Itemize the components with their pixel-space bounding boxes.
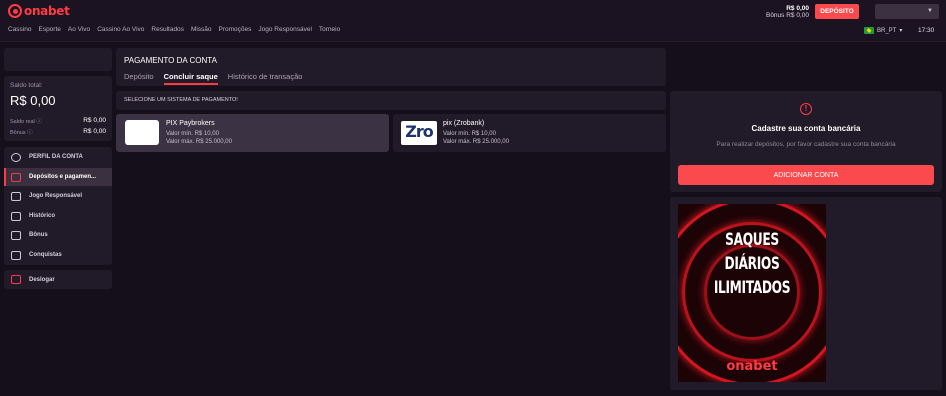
tab-historico-transacao[interactable]: Histórico de transação — [228, 72, 303, 81]
wallet-icon — [11, 172, 21, 182]
language-selector[interactable]: BR_PT ▾ — [864, 27, 902, 34]
payment-tabs: Depósito Concluir saque Histórico de tra… — [124, 72, 303, 85]
real-balance-value: R$ 0,00 — [83, 117, 106, 124]
logo-mark-icon — [8, 4, 22, 18]
add-account-button[interactable]: ADICIONAR CONTA — [678, 165, 934, 185]
header-bonus-value: Bônus R$ 0,00 — [765, 12, 809, 19]
nav-item-ao-vivo[interactable]: Ao Vivo — [68, 26, 90, 33]
real-balance-row: Saldo real ⓘ R$ 0,00 — [10, 117, 106, 125]
menu-item-historico[interactable]: Histórico — [4, 207, 112, 225]
nav-item-torneio[interactable]: Torneio — [319, 26, 340, 33]
nav-item-jogo-responsavel[interactable]: Jogo Responsável — [258, 26, 311, 33]
calendar-icon — [11, 211, 21, 221]
account-menu: PERFIL DA CONTA Depósitos e pagamen... J… — [4, 147, 112, 265]
menu-item-label: Depósitos e pagamen... — [29, 174, 97, 180]
nav-item-cassino-ao-vivo[interactable]: Cassino Ao Vivo — [97, 26, 144, 33]
payment-max: Valor máx. R$ 25.000,00 — [166, 139, 232, 145]
header-balance: R$ 0,00 Bônus R$ 0,00 — [766, 5, 809, 19]
logo-text: onabet — [24, 4, 70, 18]
top-header: onabet Cassino Esporte Ao Vivo Cassino A… — [0, 0, 946, 42]
total-balance-value: R$ 0,00 — [10, 93, 56, 108]
menu-item-conquistas[interactable]: Conquistas — [4, 246, 112, 264]
info-icon: ⓘ — [36, 119, 42, 125]
menu-item-depositos[interactable]: Depósitos e pagamen... — [4, 168, 112, 186]
user-dropdown[interactable]: ▼ — [875, 4, 939, 19]
payment-option-zrobank[interactable]: Zro pix (Zrobank) Valor mín. R$ 10,00 Va… — [393, 114, 666, 152]
zrobank-logo: Zro — [401, 121, 437, 145]
sidebar-top-panel — [4, 48, 112, 71]
bank-card-subtitle: Para realizar depósitos, por favor cadas… — [716, 141, 896, 148]
page-title: PAGAMENTO DA CONTA — [124, 56, 217, 65]
wallet-summary: Saldo total: R$ 0,00 Saldo real ⓘ R$ 0,0… — [4, 76, 112, 141]
chevron-down-icon: ▾ — [899, 28, 903, 34]
shield-icon — [11, 191, 21, 201]
brand-logo[interactable]: onabet — [8, 4, 70, 18]
menu-item-label: Conquistas — [29, 252, 62, 258]
logout-row: Deslogar — [4, 270, 112, 289]
trophy-icon — [11, 250, 21, 260]
logout-label: Deslogar — [29, 276, 55, 283]
menu-item-label: PERFIL DA CONTA — [29, 154, 83, 160]
bonus-balance-label: Bônus ⓘ — [10, 130, 33, 136]
bonus-balance-value: R$ 0,00 — [83, 128, 106, 135]
tab-deposito[interactable]: Depósito — [124, 72, 154, 81]
payment-system-label: SELECIONE UM SISTEMA DE PAGAMENTO! — [124, 97, 238, 103]
logout-icon — [11, 275, 21, 284]
menu-item-perfil[interactable]: PERFIL DA CONTA — [4, 148, 112, 166]
payment-system-prompt: SELECIONE UM SISTEMA DE PAGAMENTO! — [116, 91, 666, 110]
nav-item-missao[interactable]: Missão — [191, 26, 212, 33]
total-balance-label: Saldo total: — [10, 82, 43, 89]
promo-banner[interactable]: SAQUES DIÁRIOS ILIMITADOS onabet — [678, 204, 826, 382]
main-header: PAGAMENTO DA CONTA Depósito Concluir saq… — [116, 48, 666, 86]
payment-option-paybrokers[interactable]: PIX Paybrokers Valor mín. R$ 10,00 Valor… — [116, 114, 389, 152]
deposit-button[interactable]: DEPÓSITO — [815, 4, 859, 19]
tab-concluir-saque[interactable]: Concluir saque — [163, 72, 218, 85]
gift-icon — [11, 230, 21, 240]
promo-logo: onabet — [726, 359, 778, 374]
alert-icon: ! — [800, 103, 812, 115]
nav-item-resultados[interactable]: Resultados — [151, 26, 184, 33]
menu-item-label: Histórico — [29, 213, 56, 219]
promo-line-3: ILIMITADOS — [713, 278, 791, 298]
brazil-flag-icon — [864, 27, 874, 34]
logout-button[interactable]: Deslogar — [4, 270, 112, 289]
payment-min: Valor mín. R$ 10,00 — [166, 131, 219, 137]
payment-min: Valor mín. R$ 10,00 — [443, 131, 496, 137]
promo-line-1: SAQUES — [725, 230, 779, 250]
real-balance-label: Saldo real ⓘ — [10, 119, 42, 125]
chevron-down-icon: ▼ — [927, 8, 933, 14]
header-balance-value: R$ 0,00 — [786, 5, 809, 12]
promo-line-2: DIÁRIOS — [724, 254, 780, 274]
language-label: BR_PT — [877, 27, 897, 34]
payment-name: PIX Paybrokers — [166, 120, 215, 127]
payment-name: pix (Zrobank) — [443, 120, 485, 127]
menu-item-bonus[interactable]: Bônus — [4, 226, 112, 244]
bank-card-title: Cadastre sua conta bancária — [751, 124, 861, 133]
menu-item-jogo-responsavel[interactable]: Jogo Responsável — [4, 187, 112, 205]
nav-item-esporte[interactable]: Esporte — [38, 26, 60, 33]
clock: 17:30 — [918, 27, 935, 34]
user-icon — [11, 152, 21, 162]
nav-item-promocoes[interactable]: Promoções — [219, 26, 252, 33]
menu-item-label: Bônus — [29, 232, 48, 238]
menu-item-label: Jogo Responsável — [29, 193, 83, 199]
payment-max: Valor máx. R$ 25.000,00 — [443, 139, 509, 145]
main-nav: Cassino Esporte Ao Vivo Cassino Ao Vivo … — [8, 26, 340, 33]
paybrokers-logo — [125, 120, 159, 145]
info-icon: ⓘ — [27, 130, 33, 136]
nav-item-cassino[interactable]: Cassino — [8, 26, 31, 33]
bonus-balance-row: Bônus ⓘ R$ 0,00 — [10, 128, 106, 136]
